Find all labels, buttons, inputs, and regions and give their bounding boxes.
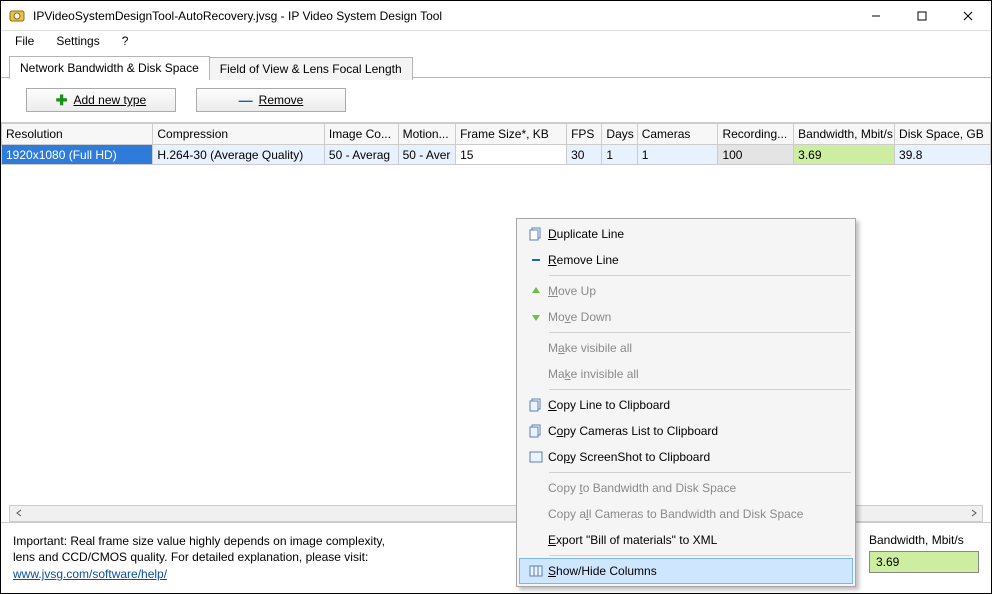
col-resolution[interactable]: Resolution: [2, 124, 153, 145]
col-diskspace[interactable]: Disk Space, GB: [895, 124, 991, 145]
col-imageco[interactable]: Image Co...: [324, 124, 398, 145]
ctx-duplicate-line[interactable]: Duplicate Line: [519, 221, 853, 247]
minus-icon: —: [239, 92, 253, 108]
plus-icon: ✚: [56, 92, 68, 109]
help-link[interactable]: www.jvsg.com/software/help/: [13, 567, 167, 581]
ctx-copy-to-bw[interactable]: Copy to Bandwidth and Disk Space: [519, 475, 853, 501]
minus-icon: [524, 254, 548, 266]
cell-days[interactable]: 1: [602, 145, 637, 165]
col-days[interactable]: Days: [602, 124, 637, 145]
cell-cameras[interactable]: 1: [637, 145, 718, 165]
maximize-button[interactable]: [899, 1, 945, 31]
cell-diskspace[interactable]: 39.8: [895, 145, 991, 165]
copy-icon: [524, 398, 548, 412]
screenshot-icon: [524, 450, 548, 464]
tab-bandwidth[interactable]: Network Bandwidth & Disk Space: [9, 56, 210, 79]
ctx-make-invisible-all[interactable]: Make invisible all: [519, 361, 853, 387]
add-new-type-button[interactable]: ✚ Add new type: [26, 88, 176, 112]
readout-value: 3.69: [869, 551, 979, 573]
copy-icon: [524, 424, 548, 438]
ctx-remove-line[interactable]: Remove Line: [519, 247, 853, 273]
ctx-move-down[interactable]: Move Down: [519, 304, 853, 330]
readout-label: Bandwidth, Mbit/s: [869, 533, 979, 547]
duplicate-icon: [524, 227, 548, 241]
table-header-row: Resolution Compression Image Co... Motio…: [2, 124, 991, 145]
col-bandwidth[interactable]: Bandwidth, Mbit/s: [794, 124, 895, 145]
arrow-down-icon: [524, 311, 548, 323]
tab-strip: Network Bandwidth & Disk Space Field of …: [1, 53, 991, 78]
ctx-copy-line[interactable]: Copy Line to Clipboard: [519, 392, 853, 418]
cell-motion[interactable]: 50 - Aver: [398, 145, 456, 165]
col-recording[interactable]: Recording...: [718, 124, 794, 145]
menu-settings[interactable]: Settings: [46, 32, 109, 50]
col-framesize[interactable]: Frame Size*, KB: [456, 124, 567, 145]
table-row[interactable]: 1920x1080 (Full HD) H.264-30 (Average Qu…: [2, 145, 991, 165]
cell-imageco[interactable]: 50 - Averag: [324, 145, 398, 165]
ctx-move-up[interactable]: Move Up: [519, 278, 853, 304]
col-fps[interactable]: FPS: [567, 124, 602, 145]
menu-bar: File Settings ?: [1, 31, 991, 51]
col-motion[interactable]: Motion...: [398, 124, 456, 145]
cell-recording[interactable]: 100: [718, 145, 794, 165]
columns-icon: [524, 564, 548, 578]
cell-fps[interactable]: 30: [567, 145, 602, 165]
menu-file[interactable]: File: [5, 32, 44, 50]
ctx-make-visible-all[interactable]: Make visibile all: [519, 335, 853, 361]
bandwidth-readout: Bandwidth, Mbit/s 3.69: [869, 533, 979, 573]
title-bar: IPVideoSystemDesignTool-AutoRecovery.jvs…: [1, 1, 991, 31]
scroll-right-button[interactable]: [965, 506, 982, 521]
ctx-export-bom[interactable]: Export "Bill of materials" to XML: [519, 527, 853, 553]
arrow-up-icon: [524, 285, 548, 297]
cell-framesize[interactable]: 15: [456, 145, 567, 165]
app-icon: [9, 8, 25, 24]
menu-help[interactable]: ?: [112, 32, 139, 50]
minimize-button[interactable]: [853, 1, 899, 31]
col-compression[interactable]: Compression: [153, 124, 325, 145]
scroll-left-button[interactable]: [10, 506, 27, 521]
close-button[interactable]: [945, 1, 991, 31]
tab-fov[interactable]: Field of View & Lens Focal Length: [209, 57, 413, 80]
cell-resolution[interactable]: 1920x1080 (Full HD): [2, 145, 153, 165]
ctx-copy-screenshot[interactable]: Copy ScreenShot to Clipboard: [519, 444, 853, 470]
ctx-show-hide-columns[interactable]: Show/Hide Columns: [519, 558, 853, 584]
ctx-copy-cameras-list[interactable]: Copy Cameras List to Clipboard: [519, 418, 853, 444]
toolbar: ✚ Add new type — Remove: [1, 78, 991, 122]
col-cameras[interactable]: Cameras: [637, 124, 718, 145]
cell-compression[interactable]: H.264-30 (Average Quality): [153, 145, 325, 165]
cell-bandwidth[interactable]: 3.69: [794, 145, 895, 165]
ctx-copy-all-to-bw[interactable]: Copy all Cameras to Bandwidth and Disk S…: [519, 501, 853, 527]
remove-button[interactable]: — Remove: [196, 88, 346, 112]
context-menu: Duplicate Line Remove Line Move Up Move …: [516, 218, 856, 587]
window-title: IPVideoSystemDesignTool-AutoRecovery.jvs…: [33, 9, 853, 23]
